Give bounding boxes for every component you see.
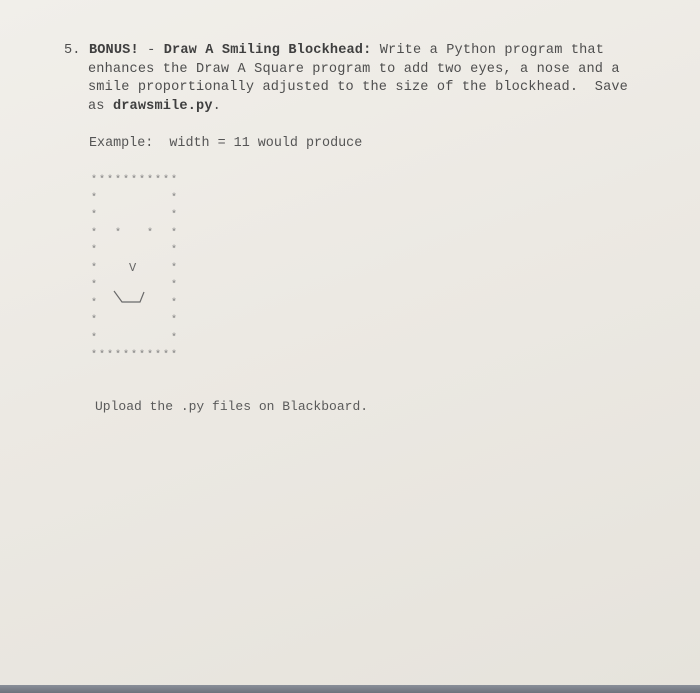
example-text: width = 11 would produce bbox=[153, 136, 363, 151]
question-line-1: 5. BONUS! - Draw A Smiling Blockhead: Wr… bbox=[64, 42, 664, 61]
eye-star: * bbox=[114, 227, 121, 239]
border-star: * bbox=[170, 210, 177, 221]
interior-row: * * bbox=[90, 207, 178, 225]
border-star: * bbox=[90, 227, 97, 239]
border-star: * bbox=[146, 175, 153, 186]
filename: drawsmile.py bbox=[112, 98, 213, 114]
nose: V bbox=[129, 260, 137, 275]
border-star: * bbox=[90, 315, 97, 326]
bonus-label: BONUS! bbox=[88, 43, 139, 58]
border-star: * bbox=[90, 175, 97, 186]
eye-star: * bbox=[146, 227, 153, 239]
question-line-2: enhances the Draw A Square program to ad… bbox=[88, 61, 620, 77]
border-star: * bbox=[90, 262, 97, 274]
border-star: * bbox=[138, 350, 145, 361]
question-title: Draw A Smiling Blockhead: bbox=[163, 43, 372, 58]
border-star: * bbox=[114, 175, 121, 186]
border-star: * bbox=[170, 245, 177, 256]
border-star: * bbox=[170, 350, 177, 361]
dash: - bbox=[138, 43, 164, 58]
border-star: * bbox=[170, 332, 177, 344]
border-star: * bbox=[162, 175, 169, 186]
border-star: * bbox=[106, 175, 113, 186]
border-star: * bbox=[154, 350, 161, 361]
border-star: * bbox=[170, 297, 177, 309]
border-star: * bbox=[130, 350, 137, 361]
border-star: * bbox=[106, 350, 113, 361]
question-number: 5. bbox=[64, 43, 81, 58]
top-border-row: * * * * * * * * * * * bbox=[90, 172, 178, 190]
document-page: 5. BONUS! - Draw A Smiling Blockhead: Wr… bbox=[0, 0, 700, 685]
smile-line bbox=[113, 290, 145, 303]
border-star: * bbox=[90, 350, 97, 361]
period: . bbox=[212, 98, 221, 114]
interior-row: * * * * bbox=[90, 225, 178, 243]
interior-row: * * bbox=[90, 290, 178, 313]
border-star: * bbox=[90, 210, 97, 221]
border-star: * bbox=[170, 227, 177, 239]
border-star: * bbox=[154, 175, 161, 186]
smile bbox=[113, 290, 145, 303]
interior-row: * * V bbox=[90, 260, 178, 278]
border-star: * bbox=[170, 315, 177, 326]
border-star: * bbox=[162, 350, 169, 361]
bottom-edge-strip bbox=[0, 685, 700, 693]
border-star: * bbox=[90, 192, 97, 204]
border-star: * bbox=[122, 350, 129, 361]
border-star: * bbox=[170, 262, 177, 274]
interior-row: * * bbox=[90, 190, 178, 208]
question-line-4: as drawsmile.py. bbox=[64, 98, 664, 117]
bottom-border-row: * * * * * * * * * * * bbox=[90, 347, 178, 365]
interior-row: * * bbox=[90, 312, 178, 330]
question-line-3: smile proportionally adjusted to the siz… bbox=[88, 80, 628, 95]
border-star: * bbox=[90, 332, 97, 344]
border-star: * bbox=[170, 175, 177, 186]
save-as-text: as bbox=[88, 98, 113, 114]
interior-row: * * bbox=[90, 242, 178, 260]
border-star: * bbox=[170, 280, 177, 291]
blockhead-output: * * * * * * * * * * * * * * * * * * * * * * * V * * * * * * * * * * * * * * * *… bbox=[90, 172, 178, 365]
border-star: * bbox=[170, 192, 177, 204]
example-line: Example: width = 11 would produce bbox=[89, 136, 362, 151]
border-star: * bbox=[90, 297, 97, 309]
border-star: * bbox=[138, 175, 145, 186]
border-star: * bbox=[98, 175, 105, 186]
interior-row: * * bbox=[90, 330, 178, 348]
border-star: * bbox=[122, 175, 129, 186]
example-label: Example: bbox=[89, 136, 154, 151]
question-text-1: Write a Python program that bbox=[371, 43, 605, 58]
border-star: * bbox=[90, 280, 97, 291]
border-star: * bbox=[130, 175, 137, 186]
border-star: * bbox=[90, 245, 97, 256]
border-star: * bbox=[114, 350, 121, 361]
border-star: * bbox=[98, 350, 105, 361]
upload-instruction: Upload the .py files on Blackboard. bbox=[95, 399, 369, 414]
border-star: * bbox=[146, 350, 153, 361]
question-5: 5. BONUS! - Draw A Smiling Blockhead: Wr… bbox=[64, 42, 664, 116]
